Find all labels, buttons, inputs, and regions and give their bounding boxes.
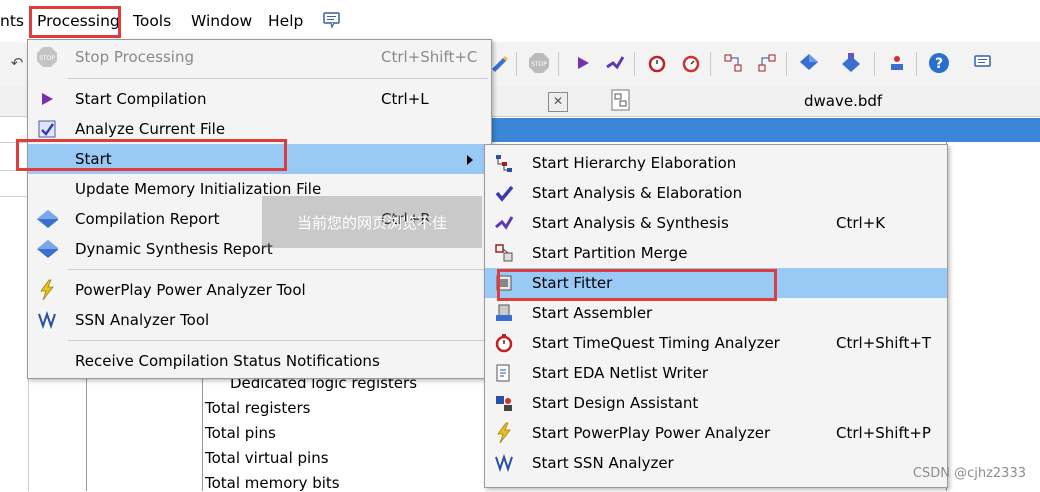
timer-icon: [493, 332, 515, 354]
start-submenu: Start Hierarchy Elaboration Start Analys…: [484, 144, 948, 488]
hierarchy-icon: [493, 152, 515, 174]
help-icon[interactable]: ?: [928, 52, 950, 74]
menu-item-label: Start PowerPlay Power Analyzer: [532, 424, 771, 442]
menu-item-label: Start Partition Merge: [532, 244, 688, 262]
svg-text:STOP: STOP: [39, 55, 55, 62]
play-icon[interactable]: [572, 52, 594, 74]
stop-icon[interactable]: STOP: [528, 52, 550, 74]
power-icon: [493, 422, 515, 444]
bdf-file-icon: [610, 88, 632, 112]
watermark-overlay: 当前您的网页浏览不佳: [262, 196, 482, 248]
highlight-box-start: [16, 139, 287, 171]
menu-item-label: Start TimeQuest Timing Analyzer: [532, 334, 780, 352]
document-title-bar: [490, 118, 1040, 142]
highlight-box-processing: [29, 6, 121, 38]
document-tab-title[interactable]: dwave.bdf: [804, 92, 882, 110]
submenu-item-analysis-elaboration[interactable]: Start Analysis & Elaboration: [485, 178, 947, 208]
menu-item-label: Compilation Report: [75, 210, 220, 228]
menu-item-shortcut: Ctrl+Shift+T: [836, 334, 932, 352]
menu-item-label: Analyze Current File: [75, 120, 226, 138]
stop-icon: STOP: [36, 46, 58, 68]
menu-item-label: Dynamic Synthesis Report: [75, 240, 273, 258]
menu-item-shortcut: Ctrl+L: [381, 90, 429, 108]
menu-item-label: Start Design Assistant: [532, 394, 699, 412]
design-assistant-icon[interactable]: [886, 52, 908, 74]
menu-item-powerplay-tool[interactable]: PowerPlay Power Analyzer Tool: [28, 275, 491, 305]
submenu-item-analysis-synthesis[interactable]: Start Analysis & Synthesis Ctrl+K: [485, 208, 947, 238]
synthesis-icon: [493, 212, 515, 234]
menu-item-label: SSN Analyzer Tool: [75, 311, 210, 329]
ssn-icon: [493, 452, 515, 474]
menu-item-label: Start Assembler: [532, 304, 653, 322]
menu-item-receive-notifications[interactable]: Receive Compilation Status Notifications: [28, 346, 491, 376]
menu-item-label: Start Hierarchy Elaboration: [532, 154, 737, 172]
timer-alt-icon[interactable]: [680, 52, 702, 74]
netlist-icon: [493, 362, 515, 384]
project-navigator-pane: [0, 118, 29, 491]
chip-planner-icon[interactable]: [840, 52, 862, 74]
report-icon: [36, 238, 58, 260]
menu-item-shortcut: Ctrl+K: [836, 214, 886, 232]
svg-text:STOP: STOP: [531, 61, 547, 68]
menu-item-label: Stop Processing: [75, 48, 194, 66]
summary-line: Total virtual pins: [205, 449, 329, 467]
power-icon: [36, 279, 58, 301]
partition-icon: [493, 242, 515, 264]
netlist-viewer-icon[interactable]: [722, 52, 744, 74]
svg-text:?: ?: [935, 56, 943, 72]
synthesis-icon[interactable]: [604, 52, 626, 74]
ssn-icon: [36, 309, 58, 331]
notes-icon[interactable]: [972, 52, 994, 74]
menu-item-label: PowerPlay Power Analyzer Tool: [75, 281, 306, 299]
highlight-box-start-fitter: [497, 269, 777, 301]
watermark-credit: CSDN @cjhz2333: [912, 466, 1026, 481]
menu-window[interactable]: Window: [191, 12, 252, 30]
menu-item-shortcut: Ctrl+Shift+C: [381, 48, 478, 66]
programmer-icon[interactable]: [798, 52, 820, 74]
submenu-item-partition-merge[interactable]: Start Partition Merge: [485, 238, 947, 268]
summary-line: Total memory bits: [205, 474, 340, 492]
submenu-item-timequest[interactable]: Start TimeQuest Timing Analyzer Ctrl+Shi…: [485, 328, 947, 358]
submenu-item-powerplay[interactable]: Start PowerPlay Power Analyzer Ctrl+Shif…: [485, 418, 947, 448]
netlist-alt-icon[interactable]: [756, 52, 778, 74]
menu-item-label: Start EDA Netlist Writer: [532, 364, 709, 382]
report-icon: [36, 208, 58, 230]
menu-item-label: Start Analysis & Synthesis: [532, 214, 729, 232]
submenu-arrow-icon: [466, 152, 474, 170]
menu-item-ssn-tool[interactable]: SSN Analyzer Tool: [28, 305, 491, 335]
timer-icon[interactable]: [646, 52, 668, 74]
menu-item-label: Start Analysis & Elaboration: [532, 184, 743, 202]
submenu-item-start-assembler[interactable]: Start Assembler: [485, 298, 947, 328]
assembler-icon: [493, 302, 515, 324]
close-tab-icon[interactable]: ✕: [548, 92, 568, 112]
submenu-item-design-assistant[interactable]: Start Design Assistant: [485, 388, 947, 418]
menu-item-start-compilation[interactable]: Start Compilation Ctrl+L: [28, 84, 491, 114]
menu-item-shortcut: Ctrl+Shift+P: [836, 424, 931, 442]
analyze-file-icon: [36, 118, 58, 140]
editor-canvas[interactable]: [946, 142, 1040, 491]
submenu-item-eda-netlist[interactable]: Start EDA Netlist Writer: [485, 358, 947, 388]
menu-item-label: Receive Compilation Status Notifications: [75, 352, 380, 370]
submenu-item-hierarchy-elaboration[interactable]: Start Hierarchy Elaboration: [485, 148, 947, 178]
menu-item-stop-processing[interactable]: STOP Stop Processing Ctrl+Shift+C: [28, 42, 491, 72]
menu-item-label: Start SSN Analyzer: [532, 454, 674, 472]
check-icon: [493, 182, 515, 204]
assistant-icon: [493, 392, 515, 414]
menu-item-label: Start Compilation: [75, 90, 207, 108]
undo-icon[interactable]: ↶: [6, 52, 28, 74]
menu-help[interactable]: Help: [268, 12, 303, 30]
notes-icon[interactable]: [322, 11, 344, 31]
menu-bar: nts Processing Tools Window Help: [0, 0, 1040, 42]
submenu-item-ssn-analyzer[interactable]: Start SSN Analyzer: [485, 448, 947, 478]
play-icon: [36, 88, 58, 110]
menu-assignments-partial[interactable]: nts: [0, 12, 24, 30]
summary-line: Total registers: [205, 399, 311, 417]
summary-line: Total pins: [205, 424, 276, 442]
menu-tools[interactable]: Tools: [133, 12, 171, 30]
